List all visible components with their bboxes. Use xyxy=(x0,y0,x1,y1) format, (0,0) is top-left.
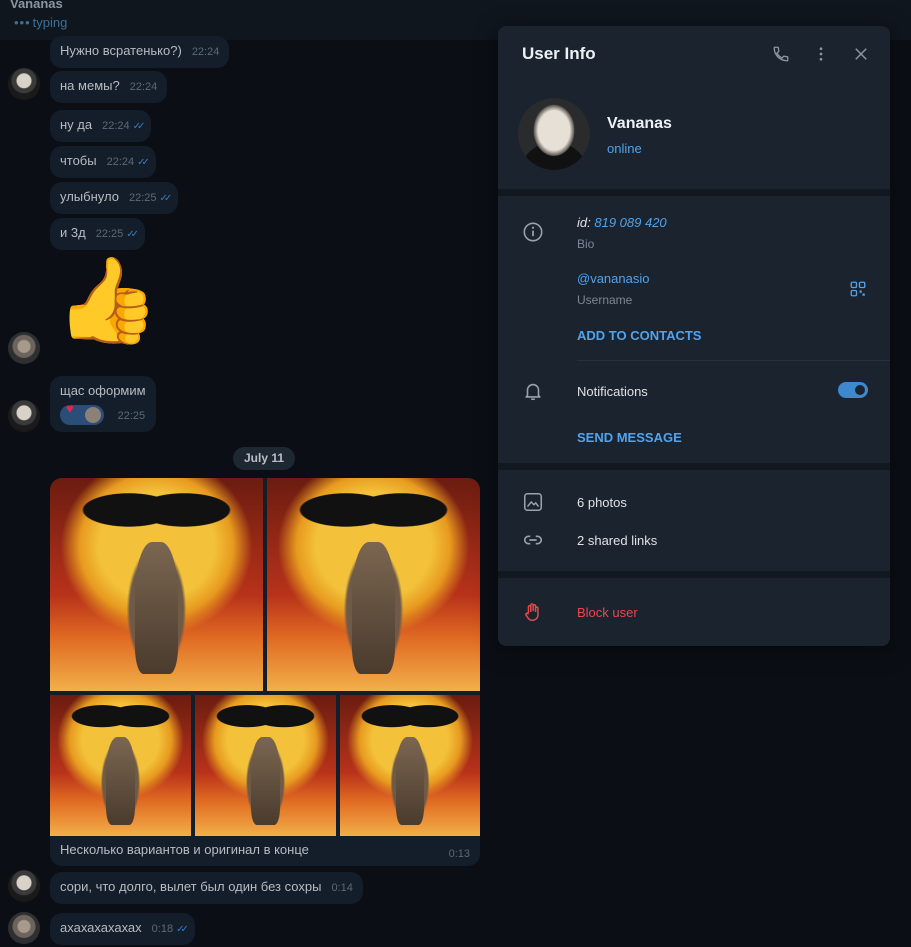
self-avatar[interactable] xyxy=(8,332,40,364)
message-text: сори, что долго, вылет был один без сохр… xyxy=(60,879,322,894)
info-icon xyxy=(523,222,543,242)
bell-icon xyxy=(525,383,541,401)
id-label: id: xyxy=(577,215,591,230)
more-vertical-icon[interactable] xyxy=(812,45,830,63)
user-id[interactable]: id: 819 089 420 xyxy=(577,215,667,230)
cat-figure xyxy=(352,541,395,674)
album-photo[interactable] xyxy=(195,695,336,836)
divider xyxy=(577,360,890,361)
contact-avatar[interactable] xyxy=(8,400,40,432)
shared-links-link[interactable]: 2 shared links xyxy=(577,533,657,548)
message-bubble[interactable]: Нужно всратенько?) 22:24 xyxy=(50,36,230,68)
add-to-contacts-button[interactable]: ADD TO CONTACTS xyxy=(577,328,701,343)
message-bubble[interactable]: ахахахахахах 0:18 ✓✓ xyxy=(50,913,195,945)
message-time: 22:25 xyxy=(95,228,124,240)
message-bubble[interactable]: ну да 22:24 ✓✓ xyxy=(50,110,152,142)
message-text: чтобы xyxy=(60,153,97,168)
typing-label: typing xyxy=(32,15,68,30)
toggle-knob xyxy=(853,383,867,397)
date-divider: July 11 xyxy=(233,447,295,470)
message-text: и 3д xyxy=(60,225,86,240)
message-bubble[interactable]: сори, что долго, вылет был один без сохр… xyxy=(50,872,363,904)
album-photo[interactable] xyxy=(50,695,191,836)
message-time: 22:25 xyxy=(117,410,146,422)
read-check-icon: ✓✓ xyxy=(159,193,172,204)
message-time: 22:25 xyxy=(128,192,157,204)
read-check-icon: ✓✓ xyxy=(176,924,189,935)
album-photo[interactable] xyxy=(50,478,263,691)
message-text: на мемы? xyxy=(60,78,120,93)
username-label: Username xyxy=(577,293,633,307)
reaction-chip[interactable]: ♥ xyxy=(60,401,104,425)
message-text: улыбнуло xyxy=(60,189,119,204)
message-bubble[interactable]: на мемы? 22:24 xyxy=(50,71,168,103)
album-photo[interactable] xyxy=(267,478,480,691)
photo-icon xyxy=(523,492,543,512)
id-value: 819 089 420 xyxy=(594,215,667,230)
message-bubble[interactable]: улыбнуло 22:25 ✓✓ xyxy=(50,182,179,214)
link-icon xyxy=(523,535,543,545)
cat-figure xyxy=(135,541,178,674)
heart-icon: ♥ xyxy=(66,400,74,416)
typing-dots-icon: ••• xyxy=(14,15,31,30)
message-time: 0:13 xyxy=(448,848,470,860)
section-separator xyxy=(498,463,890,470)
read-check-icon: ✓✓ xyxy=(126,229,139,240)
read-check-icon: ✓✓ xyxy=(137,157,150,168)
message-time: 0:18 xyxy=(151,923,174,935)
notifications-toggle[interactable] xyxy=(838,382,868,398)
profile-name: Vananas xyxy=(607,115,672,132)
notifications-label: Notifications xyxy=(577,384,648,399)
contact-avatar[interactable] xyxy=(8,870,40,902)
qr-code-icon[interactable] xyxy=(849,280,867,298)
hand-stop-icon xyxy=(525,603,539,621)
section-separator xyxy=(498,189,890,196)
profile-avatar[interactable] xyxy=(518,98,590,170)
shared-photos-link[interactable]: 6 photos xyxy=(577,495,627,510)
cat-figure xyxy=(396,737,424,825)
message-time: 22:24 xyxy=(191,46,220,58)
cat-figure xyxy=(251,737,280,825)
message-time: 22:24 xyxy=(102,120,130,132)
thumbs-up-sticker[interactable]: 👍 xyxy=(55,258,160,342)
bio-label: Bio xyxy=(577,237,595,251)
phone-icon[interactable] xyxy=(772,45,790,63)
self-avatar[interactable] xyxy=(8,912,40,944)
user-info-panel: User Info Vananas online id: 819 089 420… xyxy=(498,26,890,646)
message-bubble[interactable]: и 3д 22:25 ✓✓ xyxy=(50,218,145,250)
read-check-icon: ✓✓ xyxy=(132,121,146,132)
message-time: 0:14 xyxy=(331,882,353,894)
typing-status: ••• typing xyxy=(14,15,67,30)
cat-figure xyxy=(106,737,135,825)
section-separator xyxy=(498,571,890,578)
reactor-avatar xyxy=(85,406,101,423)
message-text: Нужно всратенько?) xyxy=(60,43,182,58)
media-caption: Несколько вариантов и оригинал в конце xyxy=(60,842,309,857)
message-time: 22:24 xyxy=(106,156,135,168)
close-icon[interactable] xyxy=(852,45,870,63)
contact-avatar[interactable] xyxy=(8,68,40,100)
message-text: ну да xyxy=(60,117,93,132)
album-photo[interactable] xyxy=(340,695,480,836)
message-text: ахахахахахах xyxy=(60,920,142,935)
message-bubble[interactable]: щас оформим ♥ 22:25 xyxy=(50,376,156,432)
chat-title: Vananas xyxy=(10,0,63,11)
block-user-button[interactable]: Block user xyxy=(577,605,638,620)
message-bubble[interactable]: чтобы 22:24 ✓✓ xyxy=(50,146,156,178)
message-time: 22:24 xyxy=(129,81,158,93)
send-message-button[interactable]: SEND MESSAGE xyxy=(577,430,682,445)
media-album[interactable]: Несколько вариантов и оригинал в конце 0… xyxy=(50,478,480,866)
username-link[interactable]: @vananasio xyxy=(577,271,649,286)
profile-status: online xyxy=(607,141,642,156)
panel-title: User Info xyxy=(522,44,596,63)
